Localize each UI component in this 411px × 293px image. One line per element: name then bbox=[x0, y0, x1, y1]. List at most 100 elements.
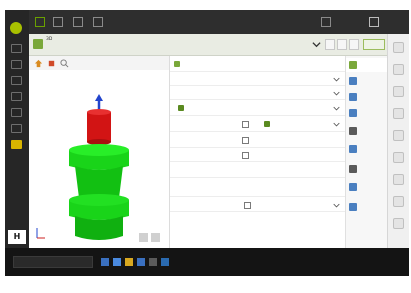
view-button-1[interactable] bbox=[139, 233, 148, 242]
row-3-dropdown-icon[interactable] bbox=[333, 90, 340, 97]
rail-files-icon[interactable] bbox=[11, 124, 22, 133]
part-top-cylinder bbox=[87, 112, 111, 142]
screen: H 3D bbox=[0, 0, 411, 293]
document-icon bbox=[349, 61, 357, 69]
tab-8[interactable] bbox=[346, 180, 388, 194]
form-row-4[interactable] bbox=[170, 100, 346, 116]
monitor-icon[interactable] bbox=[321, 17, 331, 27]
left-icon-rail: H bbox=[5, 10, 29, 248]
rail-program-icon[interactable] bbox=[11, 60, 22, 69]
tab-3[interactable] bbox=[346, 90, 388, 104]
viewport-toolbar bbox=[29, 56, 169, 70]
settings-icon bbox=[349, 127, 357, 135]
app-window: 3D bbox=[29, 34, 409, 248]
form-row-3[interactable] bbox=[170, 86, 346, 100]
rail-tools-icon[interactable] bbox=[11, 76, 22, 85]
form-row-6[interactable] bbox=[170, 132, 346, 148]
home-view-icon[interactable] bbox=[34, 59, 43, 68]
row-2-dropdown-icon[interactable] bbox=[333, 76, 340, 83]
os-taskbar bbox=[5, 248, 409, 276]
view-button-2[interactable] bbox=[151, 233, 160, 242]
side-tool-4-icon[interactable] bbox=[393, 108, 404, 119]
side-tool-9-icon[interactable] bbox=[393, 218, 404, 229]
rail-machine-icon[interactable] bbox=[11, 92, 22, 101]
z-axis-arrowhead bbox=[95, 94, 103, 101]
row-4-dropdown-icon[interactable] bbox=[333, 105, 340, 112]
user-icon bbox=[349, 165, 357, 173]
rail-active-icon[interactable] bbox=[11, 140, 22, 149]
tab-1[interactable] bbox=[346, 58, 388, 72]
tool-icon bbox=[349, 93, 357, 101]
parameter-form bbox=[169, 56, 346, 248]
tool-icon bbox=[349, 77, 357, 85]
edge-browser-icon[interactable] bbox=[113, 258, 121, 266]
header-button-3[interactable] bbox=[349, 39, 359, 50]
form-row-7[interactable] bbox=[170, 148, 346, 162]
side-tool-8-icon[interactable] bbox=[393, 196, 404, 207]
form-row-8[interactable] bbox=[170, 162, 346, 178]
list-icon bbox=[349, 203, 357, 211]
app-header: 3D bbox=[29, 34, 409, 56]
side-tool-2-icon[interactable] bbox=[393, 64, 404, 75]
app-folder-icon bbox=[33, 39, 43, 49]
side-tool-strip bbox=[387, 34, 409, 248]
tab-6[interactable] bbox=[346, 142, 388, 156]
form-row-2[interactable] bbox=[170, 72, 346, 86]
tab-9[interactable] bbox=[346, 200, 388, 214]
store-icon[interactable] bbox=[137, 258, 145, 266]
header-button-2[interactable] bbox=[337, 39, 347, 50]
row-5-checkbox[interactable] bbox=[242, 121, 249, 128]
cut-icon[interactable] bbox=[73, 17, 83, 27]
form-row-name[interactable] bbox=[170, 56, 346, 72]
list-icon[interactable] bbox=[93, 17, 103, 27]
header-apply-button[interactable] bbox=[363, 39, 385, 50]
row-4-icon bbox=[178, 105, 184, 111]
collapse-chevron-icon[interactable] bbox=[312, 40, 321, 49]
right-tab-list bbox=[345, 56, 388, 248]
user-icon[interactable] bbox=[369, 17, 379, 27]
top-bar bbox=[29, 10, 409, 34]
row-9-checkbox[interactable] bbox=[244, 202, 251, 209]
mail-icon[interactable] bbox=[149, 258, 157, 266]
part-lower-face bbox=[69, 194, 129, 206]
row-7-checkbox[interactable] bbox=[242, 152, 249, 159]
row-9-dropdown-icon[interactable] bbox=[333, 202, 340, 209]
rail-settings-icon[interactable] bbox=[11, 108, 22, 117]
tab-5[interactable] bbox=[346, 124, 388, 138]
3d-viewport[interactable] bbox=[29, 70, 169, 248]
row-5-dropdown-icon[interactable] bbox=[333, 121, 340, 128]
tab-4[interactable] bbox=[346, 106, 388, 120]
app-icon[interactable] bbox=[161, 258, 169, 266]
grid-icon bbox=[349, 145, 357, 153]
brand-logo: H bbox=[8, 230, 26, 244]
file-explorer-icon[interactable] bbox=[125, 258, 133, 266]
side-tool-7-icon[interactable] bbox=[393, 174, 404, 185]
part-upper-face bbox=[69, 144, 129, 156]
row-name-icon bbox=[174, 61, 180, 67]
taskbar-search-box[interactable] bbox=[13, 256, 93, 268]
zoom-icon[interactable] bbox=[60, 59, 69, 68]
form-row-5[interactable] bbox=[170, 116, 346, 132]
row-5-icon bbox=[264, 121, 270, 127]
refresh-icon[interactable] bbox=[35, 17, 45, 27]
side-tool-1-icon[interactable] bbox=[393, 42, 404, 53]
app-title: 3D bbox=[46, 37, 53, 42]
form-row-9[interactable] bbox=[170, 196, 346, 212]
rail-home-icon[interactable] bbox=[11, 44, 22, 53]
side-tool-5-icon[interactable] bbox=[393, 130, 404, 141]
window-icon[interactable] bbox=[53, 17, 63, 27]
tab-2[interactable] bbox=[346, 74, 388, 88]
header-button-1[interactable] bbox=[325, 39, 335, 50]
power-icon[interactable] bbox=[10, 22, 22, 34]
cube-view-icon[interactable] bbox=[47, 59, 56, 68]
machine-icon bbox=[349, 109, 357, 117]
tab-7[interactable] bbox=[346, 162, 388, 176]
part-top-face bbox=[87, 109, 111, 115]
row-6-checkbox[interactable] bbox=[242, 137, 249, 144]
people-icon bbox=[349, 183, 357, 191]
side-tool-6-icon[interactable] bbox=[393, 152, 404, 163]
side-tool-3-icon[interactable] bbox=[393, 86, 404, 97]
task-view-icon[interactable] bbox=[101, 258, 109, 266]
part-model bbox=[36, 94, 160, 242]
monitor-display: H 3D bbox=[5, 10, 409, 276]
